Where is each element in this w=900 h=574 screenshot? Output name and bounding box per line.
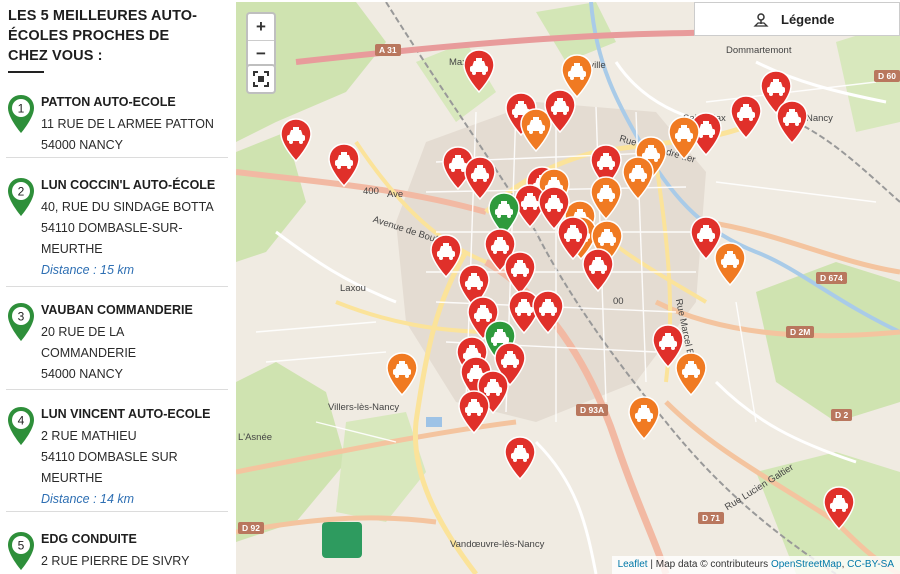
rank-pin-icon: 4 [8,407,34,445]
driving-school-marker[interactable] [822,486,856,531]
road-badge-a31: A 31 [375,44,401,56]
rank-pin-icon: 2 [8,178,34,216]
svg-text:1: 1 [18,102,25,116]
map-view[interactable]: Maxéville Malzéville Dommartemont Saint-… [236,2,900,574]
rank-pin-icon: 1 [8,95,34,133]
taxi-car-icon [458,390,490,435]
osm-link[interactable]: OpenStreetMap [771,559,842,570]
road-badge-d2m: D 2M [786,326,815,338]
svg-text:3: 3 [18,310,25,324]
school-address: 40, RUE DU SINDAGE BOTTA 54110 DOMBASLE-… [41,197,231,281]
driving-school-marker[interactable] [531,290,565,335]
fullscreen-icon [253,71,269,87]
item-divider [6,511,228,512]
legend-label: Légende [781,12,835,27]
taxi-car-icon [582,248,614,293]
school-address: 2 RUE PIERRE DE SIVRY [41,554,190,568]
taxi-car-icon [532,290,564,335]
school-distance: Distance : 14 km [41,492,135,506]
driving-school-marker[interactable] [503,436,537,481]
road-label-ave: Ave [387,189,404,200]
driving-school-marker[interactable] [503,251,537,296]
svg-text:4: 4 [18,414,25,428]
taxi-car-icon [675,352,707,397]
map-attribution: Leaflet | Map data © contributeurs OpenS… [611,556,900,574]
svg-text:5: 5 [18,539,25,553]
taxi-car-icon [386,352,418,397]
legend-toggle[interactable]: Légende [694,2,900,36]
driving-school-marker[interactable] [621,156,655,201]
svg-text:2: 2 [18,185,25,199]
place-label-vandoeuvre: Vandœuvre-lès-Nancy [450,539,545,550]
driving-school-marker[interactable] [385,352,419,397]
road-badge-d92: D 92 [238,522,264,534]
title-underline [8,71,44,73]
driving-school-marker[interactable] [674,352,708,397]
rank-pin-icon: 3 [8,303,34,341]
driving-school-marker[interactable] [543,89,577,134]
zoom-in-button[interactable]: + [248,14,274,41]
driving-school-marker[interactable] [667,116,701,161]
place-label-dommartemont: Dommartemont [726,45,792,56]
road-label-00: 00 [613,296,624,307]
road-badge-d71: D 71 [698,512,724,524]
results-title: LES 5 MEILLEURES AUTO- ÉCOLES PROCHES DE… [8,8,198,64]
school-name[interactable]: VAUBAN COMMANDERIE [41,302,193,319]
taxi-car-icon [776,100,808,145]
place-label-laxou: Laxou [340,283,366,294]
place-label-villers-les-nancy: Villers-lès-Nancy [328,402,400,413]
taxi-car-icon [668,116,700,161]
school-name[interactable]: EDG CONDUITE [41,531,137,548]
zoom-control: + − [246,12,276,69]
item-divider [6,157,228,158]
road-badge-d674: D 674 [816,272,847,284]
taxi-car-icon [544,89,576,134]
taxi-car-icon [823,486,855,531]
driving-school-marker[interactable] [581,248,615,293]
road-badge-d60: D 60 [874,70,900,82]
taxi-car-icon [622,156,654,201]
driving-school-marker[interactable] [713,242,747,287]
driving-school-marker[interactable] [457,390,491,435]
item-divider [6,286,228,287]
taxi-car-icon [714,242,746,287]
driving-school-marker[interactable] [327,143,361,188]
taxi-car-icon [628,396,660,441]
taxi-car-icon [463,49,495,94]
road-badge-d2: D 2 [831,409,853,421]
school-name[interactable]: LUN COCCIN'L AUTO-ÉCOLE [41,177,215,194]
leaflet-link[interactable]: Leaflet [618,559,648,570]
driving-school-marker[interactable] [729,95,763,140]
item-divider [6,389,228,390]
road-badge-d93a: D 93A [576,404,609,416]
results-sidebar: LES 5 MEILLEURES AUTO- ÉCOLES PROCHES DE… [0,0,232,574]
driving-school-marker[interactable] [279,118,313,163]
driving-school-marker[interactable] [627,396,661,441]
driving-school-marker[interactable] [775,100,809,145]
driving-school-marker[interactable] [462,49,496,94]
school-name[interactable]: PATTON AUTO-ECOLE [41,94,176,111]
road-label-400: 400 [363,186,379,197]
school-distance: Distance : 15 km [41,263,135,277]
license-link[interactable]: CC-BY-SA [847,559,894,570]
school-name[interactable]: LUN VINCENT AUTO-ECOLE [41,406,210,423]
map-pin-legend-icon [753,13,769,27]
school-address: 11 RUE DE L ARMEE PATTON 54000 NANCY [41,117,214,152]
fullscreen-button[interactable] [246,64,276,94]
taxi-car-icon [328,143,360,188]
place-label-nancy: Nancy [806,113,833,124]
school-address: 2 RUE MATHIEU 54110 DOMBASLE SUR MEURTHE… [41,426,231,510]
taxi-car-icon [504,436,536,481]
place-label-asnee: L'Asnée [238,432,273,443]
taxi-car-icon [280,118,312,163]
taxi-car-icon [504,251,536,296]
rank-pin-icon: 5 [8,532,34,570]
school-address: 20 RUE DE LA COMMANDERIE 54000 NANCY [41,325,137,381]
taxi-car-icon [730,95,762,140]
